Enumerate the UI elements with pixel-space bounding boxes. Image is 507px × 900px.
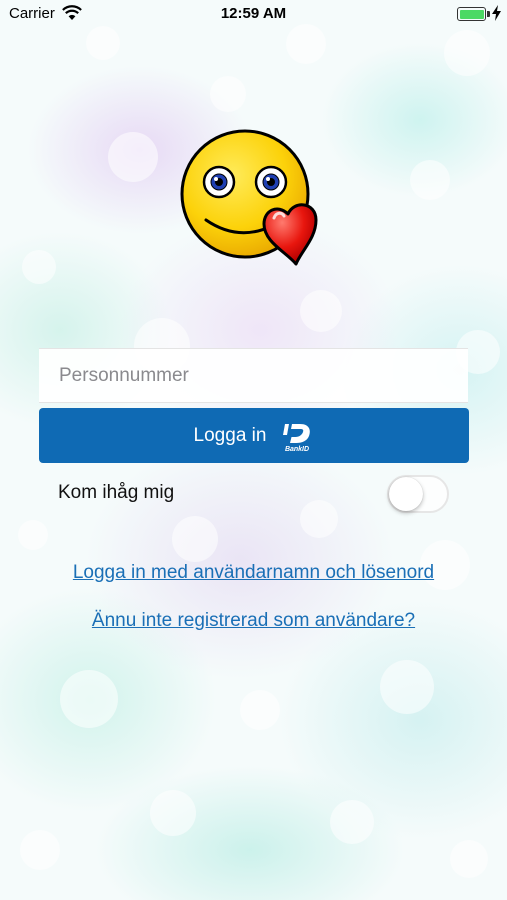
remember-me-toggle[interactable]: [387, 475, 449, 513]
bankid-icon: BankID: [283, 423, 311, 453]
remember-me-label: Kom ihåg mig: [58, 482, 175, 503]
smiley-heart-icon: [180, 129, 318, 266]
personnummer-field[interactable]: [39, 348, 468, 403]
charging-bolt-icon: [492, 5, 501, 21]
status-time: 12:59 AM: [220, 5, 287, 22]
status-bar: Carrier 12:59 AM: [0, 0, 507, 28]
register-link[interactable]: Ännu inte registrerad som användare?: [0, 610, 507, 632]
login-button-label: Logga in: [193, 424, 267, 446]
svg-text:BankID: BankID: [285, 446, 309, 453]
battery-icon: [457, 7, 486, 21]
password-login-link[interactable]: Logga in med användarnamn och lösenord: [0, 562, 507, 584]
personnummer-input[interactable]: [39, 349, 468, 402]
login-button[interactable]: Logga in BankID: [39, 408, 469, 463]
battery-cap: [487, 11, 490, 17]
toggle-knob[interactable]: [389, 477, 423, 511]
